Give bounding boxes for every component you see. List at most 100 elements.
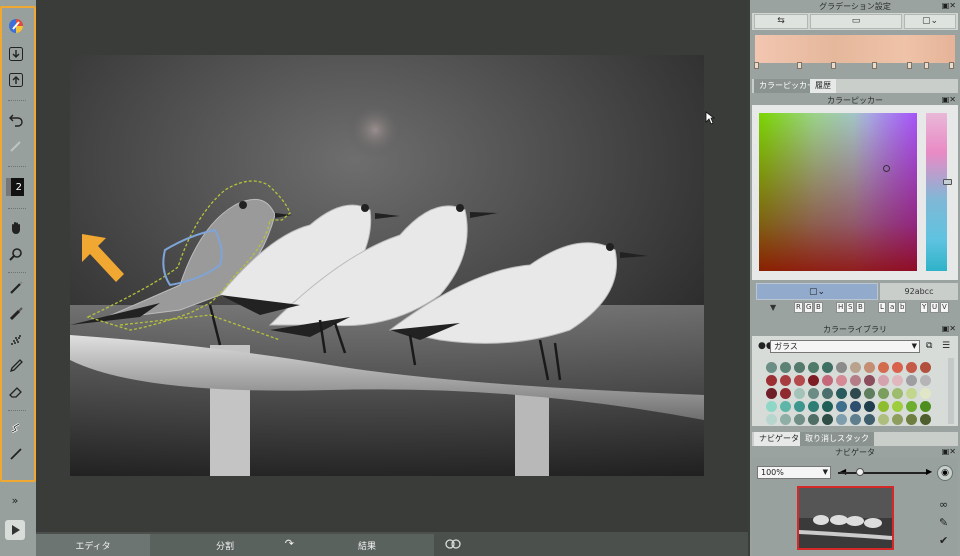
color-swatch[interactable] <box>906 362 917 373</box>
color-swatch[interactable] <box>920 362 931 373</box>
mode-y[interactable]: Y <box>920 302 929 313</box>
color-swatch[interactable] <box>836 401 847 412</box>
panel-controls[interactable]: ▣✕ <box>942 324 956 333</box>
color-swatch[interactable] <box>794 388 805 399</box>
color-swatch[interactable] <box>864 388 875 399</box>
zoom-slider-knob[interactable] <box>856 468 864 476</box>
swap-icon[interactable]: ↷ <box>285 537 294 550</box>
marker-icon[interactable] <box>5 304 27 324</box>
color-swatch[interactable] <box>850 362 861 373</box>
eraser-icon[interactable] <box>5 382 27 402</box>
color-swatch[interactable] <box>920 388 931 399</box>
gradient-stop[interactable] <box>907 62 912 69</box>
color-swatch[interactable] <box>808 388 819 399</box>
color-swatch[interactable] <box>892 362 903 373</box>
canvas-workspace[interactable] <box>36 0 748 532</box>
color-swatch[interactable] <box>808 362 819 373</box>
color-swatch[interactable] <box>836 362 847 373</box>
copy-icon[interactable]: ⧉ <box>926 341 932 351</box>
tab-editor[interactable]: エディタ <box>36 534 150 556</box>
color-swatch[interactable] <box>808 401 819 412</box>
expand-toolbar-button[interactable]: » <box>4 494 26 508</box>
color-swatch[interactable] <box>780 362 791 373</box>
color-swatch[interactable] <box>808 375 819 386</box>
mode-r[interactable]: R <box>794 302 803 313</box>
pen-icon[interactable] <box>5 278 27 298</box>
color-swatch[interactable] <box>850 414 861 425</box>
color-swatch[interactable] <box>892 414 903 425</box>
color-swatch[interactable] <box>766 362 777 373</box>
color-swatch[interactable] <box>920 414 931 425</box>
mode-g[interactable]: G <box>804 302 814 313</box>
spray-icon[interactable] <box>5 330 27 350</box>
gradient-preset-button[interactable]: ▭ <box>810 14 902 29</box>
mode-a[interactable]: a <box>888 302 897 313</box>
hex-value-field[interactable]: 92abcc <box>880 283 958 300</box>
color-swatch[interactable] <box>920 401 931 412</box>
color-swatch[interactable] <box>864 401 875 412</box>
gradient-stop[interactable] <box>872 62 877 69</box>
color-swatch[interactable] <box>906 375 917 386</box>
gradient-stop[interactable] <box>754 62 759 69</box>
mode-s[interactable]: S <box>846 302 855 313</box>
sv-marker[interactable] <box>883 165 890 172</box>
color-swatch[interactable] <box>780 375 791 386</box>
color-swatch[interactable] <box>850 388 861 399</box>
hue-marker[interactable] <box>943 179 952 185</box>
export-icon[interactable] <box>5 70 27 90</box>
color-swatch[interactable] <box>822 375 833 386</box>
color-swatch[interactable] <box>864 414 875 425</box>
color-swatch[interactable] <box>892 401 903 412</box>
library-scrollbar[interactable] <box>948 358 954 424</box>
menu-icon[interactable]: ☰ <box>942 341 950 351</box>
color-swatch[interactable] <box>906 414 917 425</box>
color-swatch[interactable] <box>822 388 833 399</box>
navigator-thumbnail[interactable] <box>797 486 894 550</box>
zoom-in-icon[interactable]: ▶ <box>926 467 932 476</box>
hue-slider[interactable] <box>926 113 947 271</box>
zoom-select[interactable]: 100% ▼ <box>757 466 831 479</box>
gradient-stop[interactable] <box>831 62 836 69</box>
color-swatch[interactable] <box>850 375 861 386</box>
import-icon[interactable] <box>5 44 27 64</box>
library-select[interactable]: ガラス ▼ <box>770 340 920 353</box>
hand-icon[interactable] <box>5 218 27 238</box>
color-swatch[interactable] <box>794 375 805 386</box>
gradient-file-button[interactable]: ▢⌄ <box>904 14 956 29</box>
color-swatch[interactable] <box>808 414 819 425</box>
color-swatch[interactable] <box>906 401 917 412</box>
color-swatch[interactable] <box>836 414 847 425</box>
mode-v[interactable]: V <box>940 302 949 313</box>
run-button[interactable] <box>5 520 25 540</box>
layer-number-badge[interactable]: 2 <box>6 178 24 196</box>
color-swatch[interactable] <box>878 375 889 386</box>
tab-undo-stack[interactable]: 取り消しスタック <box>800 432 874 446</box>
color-swatch[interactable] <box>780 401 791 412</box>
panel-controls[interactable]: ▣✕ <box>942 447 956 456</box>
color-swatch[interactable] <box>822 414 833 425</box>
zoom-slider[interactable] <box>838 472 926 474</box>
color-swatch[interactable] <box>794 414 805 425</box>
mode-lab-b[interactable]: b <box>898 302 907 313</box>
color-swatch[interactable] <box>780 388 791 399</box>
color-swatch[interactable] <box>766 388 777 399</box>
mode-u[interactable]: U <box>930 302 940 313</box>
gradient-stop[interactable] <box>924 62 929 69</box>
undo-icon[interactable] <box>5 110 27 130</box>
gradient-stop[interactable] <box>949 62 954 69</box>
color-swatch[interactable] <box>836 388 847 399</box>
panel-controls[interactable]: ▣✕ <box>942 95 956 104</box>
mode-h[interactable]: H <box>836 302 846 313</box>
panel-controls[interactable]: ▣✕ <box>942 1 956 10</box>
color-swatch[interactable] <box>864 375 875 386</box>
link-icon[interactable] <box>444 536 462 550</box>
color-swatch[interactable] <box>766 375 777 386</box>
color-swatch[interactable] <box>794 362 805 373</box>
smudge-icon[interactable] <box>5 418 27 438</box>
color-swatch[interactable] <box>794 401 805 412</box>
color-swatch[interactable] <box>822 401 833 412</box>
mode-b[interactable]: B <box>814 302 823 313</box>
canvas-image[interactable] <box>70 55 704 476</box>
color-swatch[interactable] <box>766 401 777 412</box>
gradient-stop[interactable] <box>797 62 802 69</box>
